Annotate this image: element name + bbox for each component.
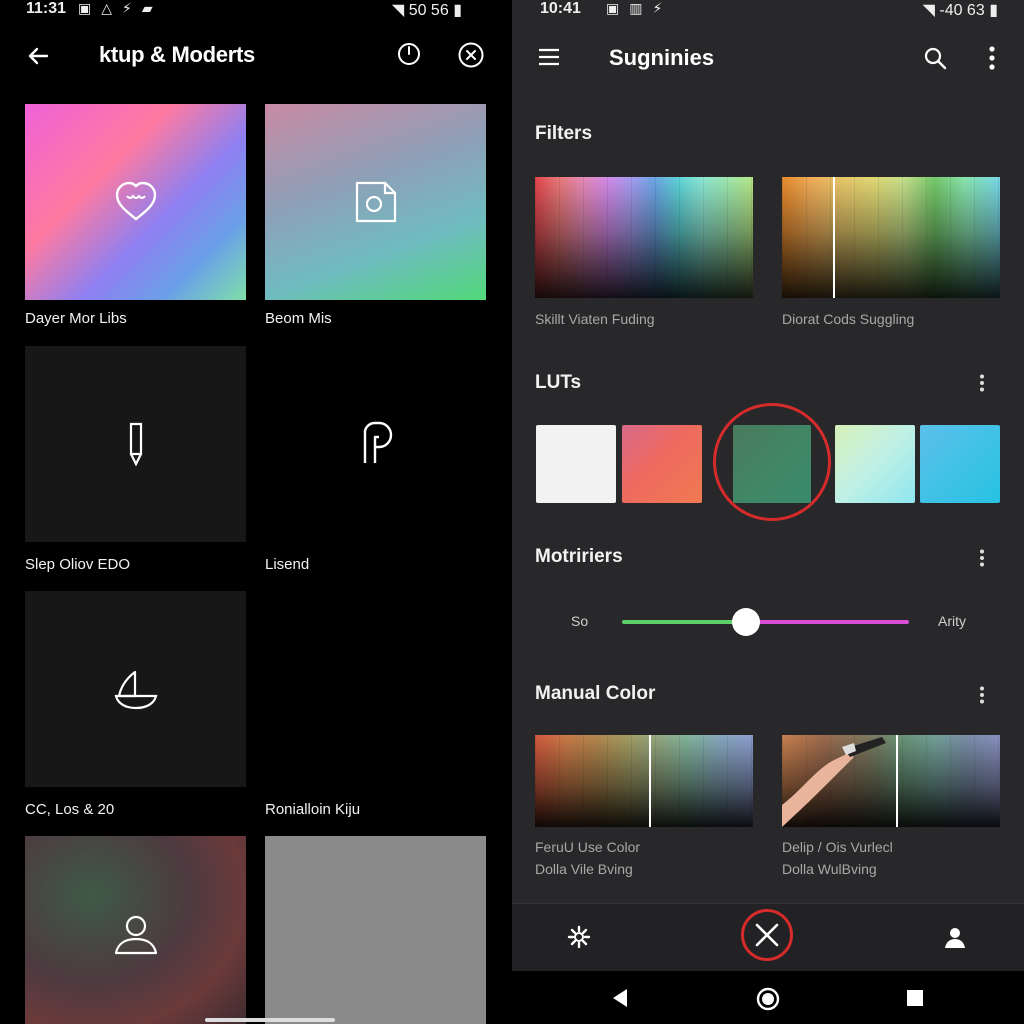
- modifiers-more-button[interactable]: [974, 549, 990, 571]
- lut-swatch-3[interactable]: [835, 425, 915, 503]
- back-button[interactable]: [22, 40, 54, 72]
- right-screen: 10:41 ▣▥⚡ ◥ -40 63 ▮ Sugninies Filters S…: [512, 0, 1024, 1024]
- slider-track-left[interactable]: [622, 620, 747, 624]
- tile-3-label: Lisend: [265, 556, 310, 573]
- user-icon: [945, 928, 965, 948]
- wifi-icon: ◥: [391, 2, 405, 19]
- cancel-button[interactable]: [741, 909, 793, 961]
- arrow-left-icon: [28, 47, 49, 65]
- lut-swatch-0[interactable]: [536, 425, 616, 503]
- tile-0-label: Dayer Mor Libs: [25, 310, 127, 327]
- slider-right-label: Arity: [938, 613, 966, 629]
- power-icon: [398, 43, 420, 65]
- manual-color-title: Manual Color: [535, 683, 656, 704]
- tile-6[interactable]: [25, 836, 246, 1024]
- status-right-text: -40 63: [939, 2, 985, 19]
- search-button[interactable]: [920, 43, 950, 73]
- sailboat-icon: [114, 670, 157, 710]
- wifi-icon: ◥: [922, 2, 935, 19]
- more-vertical-icon: [980, 686, 984, 704]
- user-icon: [114, 915, 157, 955]
- slider-knob[interactable]: [732, 608, 760, 636]
- notification-icons: ▣△⚡▰: [78, 0, 163, 16]
- lut-swatch-1[interactable]: [622, 425, 702, 503]
- battery-icon: ▮: [453, 2, 462, 19]
- tile-4-label: CC, Los & 20: [25, 801, 115, 818]
- luts-title: LUTs: [535, 372, 582, 393]
- filter-caption-0: Skillt Viaten Fuding: [535, 311, 655, 327]
- status-indicators: ◥ 50 56 ▮: [392, 0, 462, 20]
- luts-more-button[interactable]: [974, 374, 990, 396]
- battery-icon: ▮: [989, 2, 998, 19]
- bottom-action-bar: [512, 903, 1024, 971]
- page-title: ktup & Moderts: [99, 42, 255, 67]
- overflow-menu-button[interactable]: [982, 43, 1002, 73]
- hamburger-icon: [539, 48, 559, 66]
- lut-swatch-4[interactable]: [920, 425, 1000, 503]
- marker-icon: [129, 422, 142, 467]
- tile-0[interactable]: [25, 104, 246, 300]
- nav-recents-button[interactable]: [905, 988, 925, 1008]
- slider-track-right[interactable]: [747, 620, 909, 624]
- tile-3[interactable]: [265, 346, 486, 542]
- slider-left-label: So: [571, 613, 589, 629]
- modifiers-title: Motririers: [535, 546, 623, 567]
- manual-color-caption-0b: Dolla Vile Bving: [535, 861, 633, 877]
- tile-2[interactable]: [25, 346, 246, 542]
- settings-button[interactable]: [564, 922, 594, 952]
- lut-selection-ring: [713, 403, 831, 521]
- manual-color-caption-1b: Dolla WulBving: [782, 861, 877, 877]
- close-button[interactable]: [456, 40, 486, 70]
- status-time: 10:41: [540, 0, 581, 17]
- filter-thumb-1[interactable]: [782, 177, 1000, 298]
- status-right-text: 50 56: [408, 2, 449, 19]
- heart-chat-icon: [115, 181, 156, 221]
- tile-4[interactable]: [25, 591, 246, 787]
- manual-color-more-button[interactable]: [974, 686, 990, 708]
- p-letter-icon: [363, 421, 392, 463]
- manual-color-caption-1a: Delip / Ois Vurlecl: [782, 839, 893, 855]
- hand-with-pen-icon: [782, 737, 886, 827]
- notification-icons: ▣▥⚡: [606, 0, 673, 16]
- manual-color-thumb-0[interactable]: [535, 735, 753, 827]
- search-icon: [924, 47, 947, 70]
- system-navigation-bar: [512, 971, 1024, 1024]
- close-icon: [755, 923, 779, 947]
- tile-2-label: Slep Oliov EDO: [25, 556, 131, 573]
- home-indicator[interactable]: [205, 1018, 335, 1022]
- tile-5-label: Ronialloin Kiju: [265, 801, 361, 818]
- tile-1-label: Beom Mis: [265, 310, 332, 327]
- nav-back-button[interactable]: [608, 986, 632, 1010]
- menu-button[interactable]: [536, 44, 562, 70]
- page-title: Sugninies: [609, 45, 715, 70]
- circle-home-icon: [756, 987, 780, 1011]
- filter-caption-1: Diorat Cods Suggling: [782, 311, 915, 327]
- nav-home-button[interactable]: [755, 986, 781, 1012]
- manual-color-caption-0a: FeruU Use Color: [535, 839, 641, 855]
- tile-7[interactable]: [265, 836, 486, 1024]
- left-screen: 11:31 ▣△⚡▰ ◥ 50 56 ▮ ktup & Moderts Daye…: [0, 0, 512, 1024]
- status-indicators: ◥ -40 63 ▮: [923, 0, 998, 20]
- square-recents-icon: [907, 990, 923, 1006]
- status-time: 11:31: [26, 0, 67, 17]
- more-vertical-icon: [980, 549, 984, 567]
- triangle-back-icon: [613, 989, 627, 1007]
- status-bar: 10:41 ▣▥⚡ ◥ -40 63 ▮: [512, 0, 1024, 22]
- profile-button[interactable]: [940, 922, 970, 952]
- document-icon: [355, 181, 396, 223]
- tile-1[interactable]: [265, 104, 486, 300]
- gear-icon: [567, 925, 591, 949]
- status-bar: 11:31 ▣△⚡▰ ◥ 50 56 ▮: [0, 0, 512, 22]
- more-vertical-icon: [980, 374, 984, 392]
- close-circle-icon: [458, 42, 484, 68]
- filter-thumb-0[interactable]: [535, 177, 753, 298]
- more-vertical-icon: [989, 46, 995, 70]
- filters-title: Filters: [535, 123, 593, 144]
- tile-5[interactable]: [265, 591, 486, 787]
- manual-color-thumb-1[interactable]: [782, 735, 1000, 827]
- timer-button[interactable]: [395, 40, 423, 68]
